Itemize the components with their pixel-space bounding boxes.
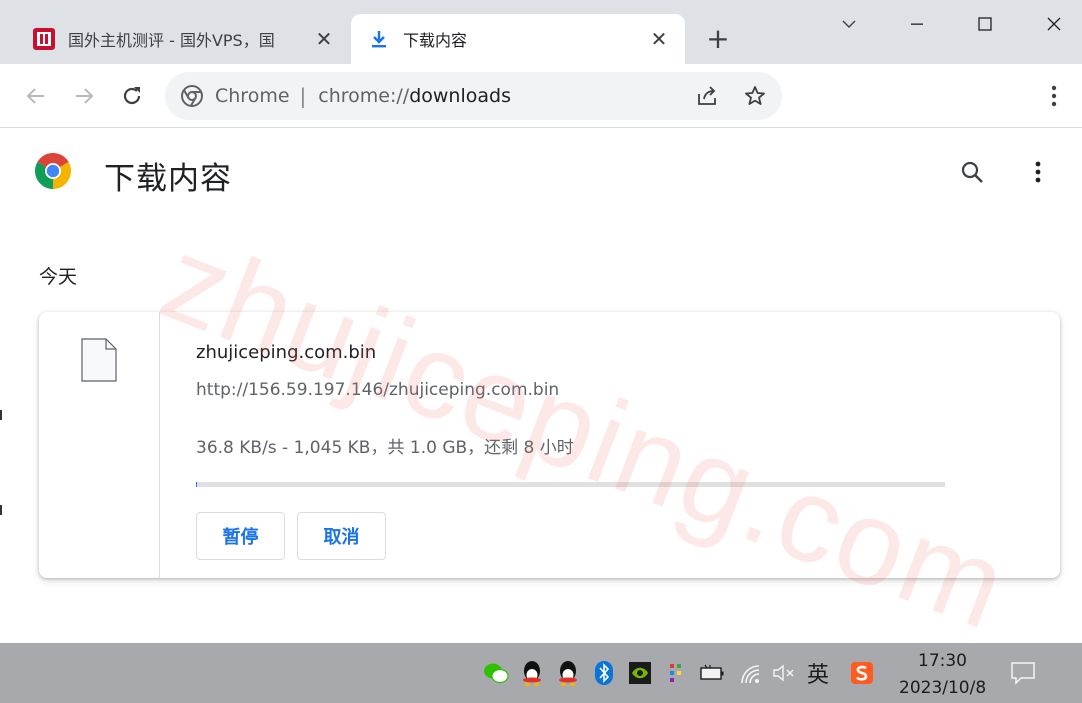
- site-favicon-icon: [32, 27, 56, 51]
- url-scheme: chrome://: [318, 85, 410, 107]
- new-tab-button[interactable]: +: [702, 22, 734, 55]
- qq-icon[interactable]: [518, 659, 546, 687]
- download-icon: [367, 27, 391, 51]
- chrome-logo-icon: [34, 152, 72, 189]
- close-icon[interactable]: ✕: [647, 27, 671, 51]
- browser-menu-icon[interactable]: [1040, 80, 1068, 112]
- file-url[interactable]: http://156.59.197.146/zhujiceping.com.bi…: [196, 380, 559, 400]
- omnibox-chrome-label: Chrome: [215, 85, 290, 107]
- tab-title: 国外主机测评 - 国外VPS，国: [68, 31, 275, 50]
- more-options-icon[interactable]: [1024, 157, 1052, 187]
- screen-edge-mark: [0, 505, 2, 515]
- bluetooth-icon[interactable]: [590, 659, 618, 687]
- sogou-input-icon[interactable]: [848, 659, 876, 687]
- minimize-icon[interactable]: [894, 4, 940, 44]
- nvidia-icon[interactable]: [626, 659, 654, 687]
- wechat-icon[interactable]: [482, 659, 510, 687]
- back-arrow-icon[interactable]: [20, 80, 52, 112]
- pause-button[interactable]: 暂停: [196, 512, 285, 560]
- search-icon[interactable]: [957, 157, 987, 187]
- download-item-card: zhujiceping.com.bin http://156.59.197.14…: [39, 312, 1060, 578]
- volume-muted-icon[interactable]: [770, 659, 798, 687]
- browser-toolbar: Chrome | chrome:// downloads: [0, 64, 1082, 128]
- taskbar: 英 17:30 2023/10/8: [0, 643, 1082, 703]
- window-close-icon[interactable]: [1031, 4, 1077, 44]
- progress-bar: [196, 482, 945, 487]
- omnibox-separator: |: [299, 84, 307, 108]
- close-icon[interactable]: ✕: [312, 27, 336, 51]
- share-icon[interactable]: [693, 82, 721, 110]
- bookmark-star-icon[interactable]: [741, 82, 769, 110]
- clock-time[interactable]: 17:30: [918, 651, 967, 671]
- progress-bar-fill: [196, 482, 197, 487]
- tab-strip: 国外主机测评 - 国外VPS，国 ✕ 下载内容 ✕ +: [0, 0, 1082, 64]
- forward-arrow-icon[interactable]: [68, 80, 100, 112]
- tab-downloads[interactable]: 下载内容 ✕: [351, 14, 685, 64]
- clock-date[interactable]: 2023/10/8: [899, 678, 986, 698]
- address-bar[interactable]: Chrome | chrome:// downloads: [165, 72, 782, 120]
- reload-icon[interactable]: [116, 80, 148, 112]
- page-title: 下载内容: [104, 161, 232, 197]
- app-tray-icon[interactable]: [662, 659, 690, 687]
- date-header: 今天: [39, 266, 78, 288]
- url-path: downloads: [409, 85, 511, 107]
- qq-icon[interactable]: [554, 659, 582, 687]
- notification-icon[interactable]: [1009, 659, 1037, 687]
- file-icon-column: [39, 312, 160, 578]
- battery-icon[interactable]: [698, 659, 726, 687]
- ime-indicator[interactable]: 英: [804, 659, 832, 688]
- file-icon: [81, 338, 117, 382]
- tab-search-icon[interactable]: [826, 4, 872, 44]
- tab-title: 下载内容: [403, 31, 468, 50]
- screen-edge-mark: [0, 410, 2, 420]
- tab-zhujiceping[interactable]: 国外主机测评 - 国外VPS，国 ✕: [16, 14, 350, 64]
- maximize-icon[interactable]: [962, 4, 1008, 44]
- cancel-button[interactable]: 取消: [297, 512, 386, 560]
- wifi-icon[interactable]: [736, 659, 764, 687]
- download-status: 36.8 KB/s - 1,045 KB，共 1.0 GB，还剩 8 小时: [196, 438, 574, 458]
- chrome-logo-icon: [179, 83, 205, 109]
- file-name[interactable]: zhujiceping.com.bin: [196, 342, 376, 363]
- downloads-page: 下载内容 今天 zhujiceping.com.bin http://156.5…: [4, 129, 1078, 643]
